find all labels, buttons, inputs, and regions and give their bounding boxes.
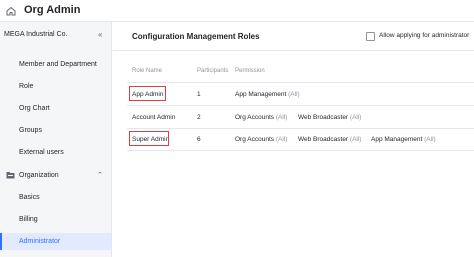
app-title: Org Admin bbox=[24, 4, 81, 16]
participants-count: 6 bbox=[197, 136, 201, 143]
sidebar-item-billing[interactable]: Billing bbox=[0, 211, 111, 228]
row-divider bbox=[127, 128, 474, 129]
permission: Org Accounts (All) bbox=[235, 136, 287, 143]
sidebar-item-label: Basics bbox=[19, 194, 40, 201]
permission-scope: (All) bbox=[275, 136, 288, 143]
sidebar-item-member-and-department[interactable]: Member and Department bbox=[0, 56, 111, 73]
folder-icon bbox=[6, 172, 15, 179]
column-header-permission: Permission bbox=[235, 68, 265, 74]
permission-scope: (All) bbox=[288, 91, 300, 98]
permission-name: App Management bbox=[371, 136, 423, 143]
permission: App Management (All) bbox=[235, 91, 300, 98]
company-name: MEGA Industrial Co. bbox=[4, 31, 68, 38]
permission: App Management (All) bbox=[371, 136, 436, 143]
permission-name: Web Broadcaster bbox=[298, 136, 349, 143]
permission-scope: (All) bbox=[349, 114, 362, 121]
page-title: Configuration Management Roles bbox=[132, 32, 260, 41]
permission: Org Accounts (All) bbox=[235, 114, 287, 121]
sidebar-item-role[interactable]: Role bbox=[0, 78, 111, 95]
sidebar-item-label: Groups bbox=[19, 127, 42, 134]
section-label: Organization bbox=[19, 172, 59, 179]
highlight-box bbox=[129, 131, 169, 146]
permission: Web Broadcaster (All) bbox=[298, 136, 361, 143]
sidebar-item-external-users[interactable]: External users bbox=[0, 144, 111, 161]
participants-count: 1 bbox=[197, 91, 201, 98]
sidebar-item-label: Administrator bbox=[19, 238, 61, 245]
permission-name: Org Accounts bbox=[235, 114, 275, 121]
permission-scope: (All) bbox=[275, 114, 288, 121]
role-name[interactable]: Account Admin bbox=[132, 114, 175, 121]
participants-count: 2 bbox=[197, 114, 201, 121]
checkbox-label: Allow applying for administrator bbox=[379, 32, 470, 39]
permission-name: Web Broadcaster bbox=[298, 114, 349, 121]
top-bar: Org Admin bbox=[0, 0, 474, 22]
sidebar-item-label: External users bbox=[19, 149, 64, 156]
row-divider bbox=[127, 150, 474, 151]
permission-scope: (All) bbox=[424, 136, 436, 143]
column-header-participants: Participants bbox=[197, 68, 229, 74]
home-icon[interactable] bbox=[5, 5, 17, 17]
sidebar-item-org-chart[interactable]: Org Chart bbox=[0, 100, 111, 117]
sidebar-item-administrator[interactable]: Administrator bbox=[0, 233, 111, 250]
sidebar-section-organization[interactable]: Organization ⌃ bbox=[0, 167, 111, 184]
permission-name: App Management bbox=[235, 91, 287, 98]
permission-scope: (All) bbox=[349, 136, 362, 143]
header-divider bbox=[127, 82, 474, 83]
permission: Web Broadcaster (All) bbox=[298, 114, 361, 121]
sidebar-item-groups[interactable]: Groups bbox=[0, 122, 111, 139]
sidebar-item-label: Org Chart bbox=[19, 105, 50, 112]
main-content: Configuration Management Roles Allow app… bbox=[113, 22, 474, 257]
column-header-role-name: Role Name bbox=[132, 68, 163, 74]
sidebar-item-label: Member and Department bbox=[19, 61, 97, 68]
permission-name: Org Accounts bbox=[235, 136, 275, 143]
sidebar: MEGA Industrial Co. « Member and Departm… bbox=[0, 22, 112, 257]
row-divider bbox=[127, 105, 474, 106]
checkbox-box[interactable] bbox=[366, 32, 375, 41]
sidebar-item-label: Role bbox=[19, 83, 34, 90]
double-chevron-left-icon[interactable]: « bbox=[98, 31, 102, 39]
sidebar-item-basics[interactable]: Basics bbox=[0, 189, 111, 206]
highlight-box bbox=[129, 86, 166, 101]
sidebar-item-label: Billing bbox=[19, 216, 38, 223]
chevron-up-icon[interactable]: ⌃ bbox=[97, 167, 103, 184]
title-divider bbox=[113, 50, 474, 51]
